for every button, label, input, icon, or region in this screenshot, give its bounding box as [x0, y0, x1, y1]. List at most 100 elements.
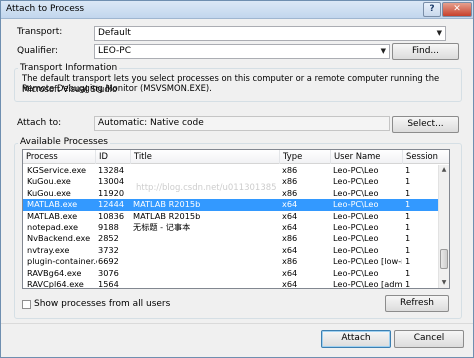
- refresh-button[interactable]: Refresh: [385, 295, 449, 312]
- cell-user-name: Leo-PC\Leo: [333, 165, 379, 175]
- cell-id: 3076: [98, 267, 119, 278]
- cell-user-name: Leo-PC\Leo [low-ri...: [333, 256, 402, 267]
- chevron-down-icon: ▼: [380, 47, 386, 55]
- cell-process: nvtray.exe: [27, 244, 70, 255]
- cell-id: 9188: [98, 221, 119, 232]
- cell-type: x64: [282, 267, 298, 278]
- cell-session: 1: [405, 165, 411, 175]
- transport-value: Default: [98, 28, 131, 38]
- cell-process: KuGou.exe: [27, 176, 71, 187]
- table-row[interactable]: MATLAB.exe 10836 MATLAB R2015b x64 Leo-PC\Le…: [23, 211, 438, 222]
- cell-user-name: Leo-PC\Leo: [333, 233, 379, 244]
- table-row[interactable]: KGService.exe 13284 x86 Leo-PC\Leo 1: [23, 165, 438, 176]
- cell-process: KGService.exe: [27, 165, 87, 175]
- transport-info-line2: Remote Debugging Monitor (MSVSMON.EXE).: [22, 83, 212, 93]
- cell-type: x86: [282, 233, 298, 244]
- watermark-text: http://blog.csdn.net/u011301385: [136, 183, 277, 193]
- cell-user-name: Leo-PC\Leo: [333, 221, 379, 232]
- transport-combo[interactable]: Default ▼: [94, 26, 446, 41]
- cell-session: 1: [405, 278, 411, 289]
- footer-separator: [1, 323, 473, 324]
- cell-user-name: Leo-PC\Leo: [333, 210, 379, 221]
- cell-user-name: Leo-PC\Leo: [333, 176, 379, 187]
- cell-session: 1: [405, 210, 411, 221]
- qualifier-value: LEO-PC: [98, 46, 131, 56]
- cell-type: x64: [282, 278, 298, 289]
- cell-process: KuGou.exe: [27, 187, 71, 198]
- qualifier-label: Qualifier:: [17, 46, 59, 56]
- table-row[interactable]: MATLAB.exe 12444 MATLAB R2015b x64 Leo-PC\Le…: [23, 199, 438, 211]
- cell-user-name: Leo-PC\Leo: [333, 244, 379, 255]
- table-row[interactable]: nvtray.exe 3732 x64 Leo-PC\Leo 1: [23, 245, 438, 256]
- transport-label: Transport:: [17, 27, 63, 37]
- cell-session: 1: [405, 256, 411, 267]
- table-row[interactable]: plugin-container.exe6692 x86 Leo-PC\Leo [l…: [23, 256, 438, 267]
- process-list-scrollbar[interactable]: ▲ ▼: [438, 165, 449, 288]
- help-button[interactable]: ?: [423, 2, 441, 17]
- cell-process: MATLAB.exe: [27, 199, 78, 210]
- column-header-title[interactable]: Title: [131, 150, 280, 164]
- title-bar[interactable]: Attach to Process ? ✕: [1, 1, 473, 19]
- cell-process: NvBackend.exe: [27, 233, 91, 244]
- cell-id: 13284: [98, 165, 125, 175]
- cell-user-name: Leo-PC\Leo: [333, 187, 379, 198]
- show-all-users-label: Show processes from all users: [34, 299, 171, 309]
- close-button[interactable]: ✕: [442, 2, 472, 17]
- cell-type: x86: [282, 165, 298, 175]
- cell-id: 11920: [98, 187, 125, 198]
- column-header-id[interactable]: ID: [96, 150, 131, 164]
- table-row[interactable]: RAVBg64.exe 3076 x64 Leo-PC\Leo 1: [23, 268, 438, 279]
- cell-process: notepad.exe: [27, 221, 78, 232]
- process-list[interactable]: Process ID Title Type User Name Session …: [22, 149, 450, 289]
- process-list-header: Process ID Title Type User Name Session: [23, 150, 449, 164]
- cell-process: MATLAB.exe: [27, 210, 78, 221]
- scroll-up-icon[interactable]: ▲: [439, 165, 449, 175]
- cell-type: x64: [282, 199, 298, 210]
- table-row[interactable]: RAVCpl64.exe 1564 x64 Leo-PC\Leo [admin...1: [23, 278, 438, 289]
- transport-info-title: Transport Information: [18, 63, 120, 73]
- cell-session: 1: [405, 244, 411, 255]
- cell-id: 2852: [98, 233, 119, 244]
- cell-session: 1: [405, 267, 411, 278]
- cell-id: 10836: [98, 210, 125, 221]
- select-button[interactable]: Select...: [392, 116, 459, 133]
- cell-title: MATLAB R2015b: [133, 210, 201, 221]
- attach-to-value: Automatic: Native code: [94, 116, 390, 131]
- table-row[interactable]: notepad.exe 9188 无标题 - 记事本 x64 Leo-PC\Leo 1: [23, 222, 438, 233]
- qualifier-combo[interactable]: LEO-PC ▼: [94, 44, 390, 59]
- column-header-type[interactable]: Type: [280, 150, 331, 164]
- cell-session: 1: [405, 176, 411, 187]
- cell-id: 1564: [98, 278, 119, 289]
- attach-button[interactable]: Attach: [321, 330, 391, 348]
- find-button[interactable]: Find...: [392, 43, 459, 60]
- column-header-user-name[interactable]: User Name: [331, 150, 403, 164]
- cell-id: 12444: [98, 199, 125, 210]
- cell-user-name: Leo-PC\Leo [admin...: [333, 278, 402, 289]
- cell-type: x64: [282, 221, 298, 232]
- cell-process: plugin-container.exe: [27, 256, 97, 267]
- attach-to-label: Attach to:: [17, 118, 62, 128]
- cell-title: MATLAB R2015b: [133, 199, 201, 210]
- cell-process: RAVBg64.exe: [27, 267, 82, 278]
- cell-id: 3732: [98, 244, 119, 255]
- chevron-down-icon: ▼: [436, 29, 442, 37]
- cell-type: x86: [282, 187, 298, 198]
- cell-session: 1: [405, 221, 411, 232]
- scrollbar-thumb[interactable]: [440, 249, 448, 269]
- column-header-process[interactable]: Process: [23, 150, 96, 164]
- cell-session: 1: [405, 199, 411, 210]
- column-header-session[interactable]: Session: [403, 150, 449, 164]
- cell-title: 无标题 - 记事本: [133, 221, 191, 232]
- cancel-button[interactable]: Cancel: [394, 330, 464, 348]
- window-title: Attach to Process: [6, 4, 85, 14]
- cell-id: 13004: [98, 176, 125, 187]
- cell-session: 1: [405, 187, 411, 198]
- show-all-users-checkbox[interactable]: [22, 300, 31, 309]
- cell-type: x86: [282, 256, 298, 267]
- cell-session: 1: [405, 233, 411, 244]
- cell-type: x86: [282, 176, 298, 187]
- cell-process: RAVCpl64.exe: [27, 278, 84, 289]
- cell-user-name: Leo-PC\Leo: [333, 199, 379, 210]
- table-row[interactable]: NvBackend.exe 2852 x86 Leo-PC\Leo 1: [23, 233, 438, 244]
- scroll-down-icon[interactable]: ▼: [439, 278, 449, 288]
